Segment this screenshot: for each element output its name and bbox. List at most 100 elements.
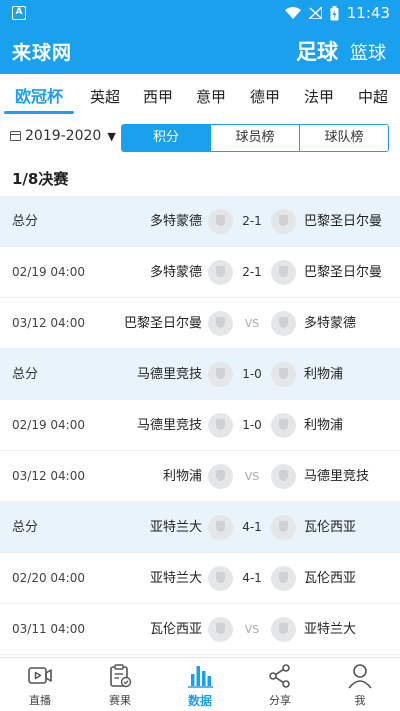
match-row[interactable]: 总分 多特蒙德 2-1 巴黎圣日尔曼: [0, 196, 400, 247]
match-score: 4-1: [242, 571, 262, 585]
league-tab-serie-a[interactable]: 意甲: [184, 74, 238, 120]
tab-basketball[interactable]: 篮球: [350, 39, 386, 65]
nav-me-label: 我: [354, 694, 366, 707]
away-team-crest-icon: [271, 566, 296, 591]
home-team-name: 瓦伦西亚: [149, 622, 202, 637]
tab-football[interactable]: 足球: [296, 36, 338, 66]
nav-share-label: 分享: [269, 694, 291, 707]
match-score: VS: [244, 623, 260, 636]
home-team-name: 巴黎圣日尔曼: [123, 316, 202, 331]
league-tab-bundesliga[interactable]: 德甲: [238, 74, 292, 120]
segment-player-rankings[interactable]: 球员榜: [211, 125, 300, 151]
nav-live-label: 直播: [29, 694, 51, 707]
nav-me[interactable]: 我: [320, 658, 400, 711]
home-team-name: 多特蒙德: [149, 265, 202, 280]
match-time-label: 03/12 04:00: [12, 469, 85, 483]
league-tab-premier-league[interactable]: 英超: [78, 74, 132, 120]
away-team-crest-icon: [271, 260, 296, 285]
away-team-crest-icon: [271, 413, 296, 438]
filter-row: 2019-2020 ▼ 积分 球员榜 球队榜: [0, 120, 400, 156]
clock-time: 11:43: [346, 4, 390, 22]
data-bar-chart-icon: [188, 666, 213, 688]
nav-share[interactable]: 分享: [240, 658, 320, 711]
away-team-name: 瓦伦西亚: [304, 571, 357, 586]
match-row[interactable]: 02/20 04:00 亚特兰大 4-1 瓦伦西亚: [0, 553, 400, 604]
match-time-label: 03/12 04:00: [12, 316, 85, 330]
bottom-navigation: 直播 赛果 数据 分享 我: [0, 657, 400, 711]
results-clipboard-icon: [110, 664, 132, 688]
match-row[interactable]: 03/12 04:00 利物浦 VS 马德里竞技: [0, 451, 400, 502]
home-team-crest-icon: [208, 515, 233, 540]
away-team-name: 利物浦: [304, 367, 344, 382]
match-time-label: 02/19 04:00: [12, 265, 85, 279]
match-time-label: 总分: [12, 367, 39, 382]
nav-live[interactable]: 直播: [0, 658, 80, 711]
nav-results-label: 赛果: [109, 694, 131, 707]
away-team-crest-icon: [271, 617, 296, 642]
match-score: 4-1: [242, 520, 262, 534]
match-score: 2-1: [242, 265, 262, 279]
away-team-name: 瓦伦西亚: [304, 520, 357, 535]
match-row[interactable]: 02/19 04:00 马德里竞技 1-0 利物浦: [0, 400, 400, 451]
away-team-crest-icon: [271, 209, 296, 234]
home-team-name: 亚特兰大: [149, 571, 202, 586]
calendar-icon: [10, 131, 21, 141]
nav-data[interactable]: 数据: [160, 658, 240, 711]
away-team-crest-icon: [271, 464, 296, 489]
match-row[interactable]: 03/11 04:00 瓦伦西亚 VS 亚特兰大: [0, 604, 400, 655]
league-tab-la-liga[interactable]: 西甲: [132, 74, 184, 120]
home-team-crest-icon: [208, 566, 233, 591]
battery-charging-icon: [330, 5, 339, 21]
league-tab-ligue-1[interactable]: 法甲: [292, 74, 346, 120]
live-video-icon: [28, 667, 52, 684]
season-selector[interactable]: 2019-2020 ▼: [10, 128, 116, 144]
home-team-name: 马德里竞技: [136, 418, 202, 433]
home-team-crest-icon: [208, 260, 233, 285]
match-time-label: 总分: [12, 214, 39, 229]
status-bar: A 11:43: [0, 0, 400, 28]
away-team-name: 马德里竞技: [304, 469, 370, 484]
league-tab-csl[interactable]: 中超: [346, 74, 400, 120]
nav-results[interactable]: 赛果: [80, 658, 160, 711]
segment-standings[interactable]: 积分: [122, 125, 211, 151]
share-icon: [269, 664, 290, 688]
stage-title: 1/8决赛: [12, 170, 69, 188]
wifi-icon: [284, 7, 301, 19]
profile-icon: [348, 664, 372, 689]
away-team-crest-icon: [271, 362, 296, 387]
match-time-label: 02/19 04:00: [12, 418, 85, 432]
home-team-crest-icon: [208, 617, 233, 642]
league-tab-ucl[interactable]: 欧冠杯: [0, 74, 78, 120]
match-row[interactable]: 03/12 04:00 巴黎圣日尔曼 VS 多特蒙德: [0, 298, 400, 349]
season-value: 2019-2020: [25, 128, 102, 144]
match-time-label: 02/20 04:00: [12, 571, 85, 585]
status-icons: 11:43: [284, 4, 390, 22]
away-team-crest-icon: [271, 311, 296, 336]
nav-data-label: 数据: [187, 694, 212, 708]
match-score: VS: [244, 317, 260, 330]
away-team-name: 多特蒙德: [304, 316, 357, 331]
match-row[interactable]: 02/19 04:00 多特蒙德 2-1 巴黎圣日尔曼: [0, 247, 400, 298]
match-score: 1-0: [242, 367, 262, 381]
sport-tabs: 足球 篮球: [296, 36, 386, 66]
app-brand-title: 来球网: [12, 42, 73, 64]
match-score: 1-0: [242, 418, 262, 432]
match-list: 总分 多特蒙德 2-1 巴黎圣日尔曼 02/19 04:00 多特蒙德 2-1 …: [0, 196, 400, 655]
home-team-crest-icon: [208, 209, 233, 234]
home-team-crest-icon: [208, 362, 233, 387]
away-team-name: 巴黎圣日尔曼: [304, 265, 383, 280]
home-team-name: 马德里竞技: [136, 367, 202, 382]
match-row[interactable]: 总分 马德里竞技 1-0 利物浦: [0, 349, 400, 400]
home-team-name: 利物浦: [162, 469, 202, 484]
away-team-name: 巴黎圣日尔曼: [304, 214, 383, 229]
home-team-crest-icon: [208, 413, 233, 438]
home-team-crest-icon: [208, 311, 233, 336]
league-tabs: 欧冠杯 英超 西甲 意甲 德甲 法甲 中超: [0, 74, 400, 120]
view-segmented-control: 积分 球员榜 球队榜: [121, 124, 389, 152]
away-team-name: 亚特兰大: [304, 622, 357, 637]
signal-icon: [308, 7, 322, 19]
app-bar: 来球网 足球 篮球: [0, 28, 400, 74]
segment-team-rankings[interactable]: 球队榜: [300, 125, 388, 151]
away-team-crest-icon: [271, 515, 296, 540]
match-row[interactable]: 总分 亚特兰大 4-1 瓦伦西亚: [0, 502, 400, 553]
